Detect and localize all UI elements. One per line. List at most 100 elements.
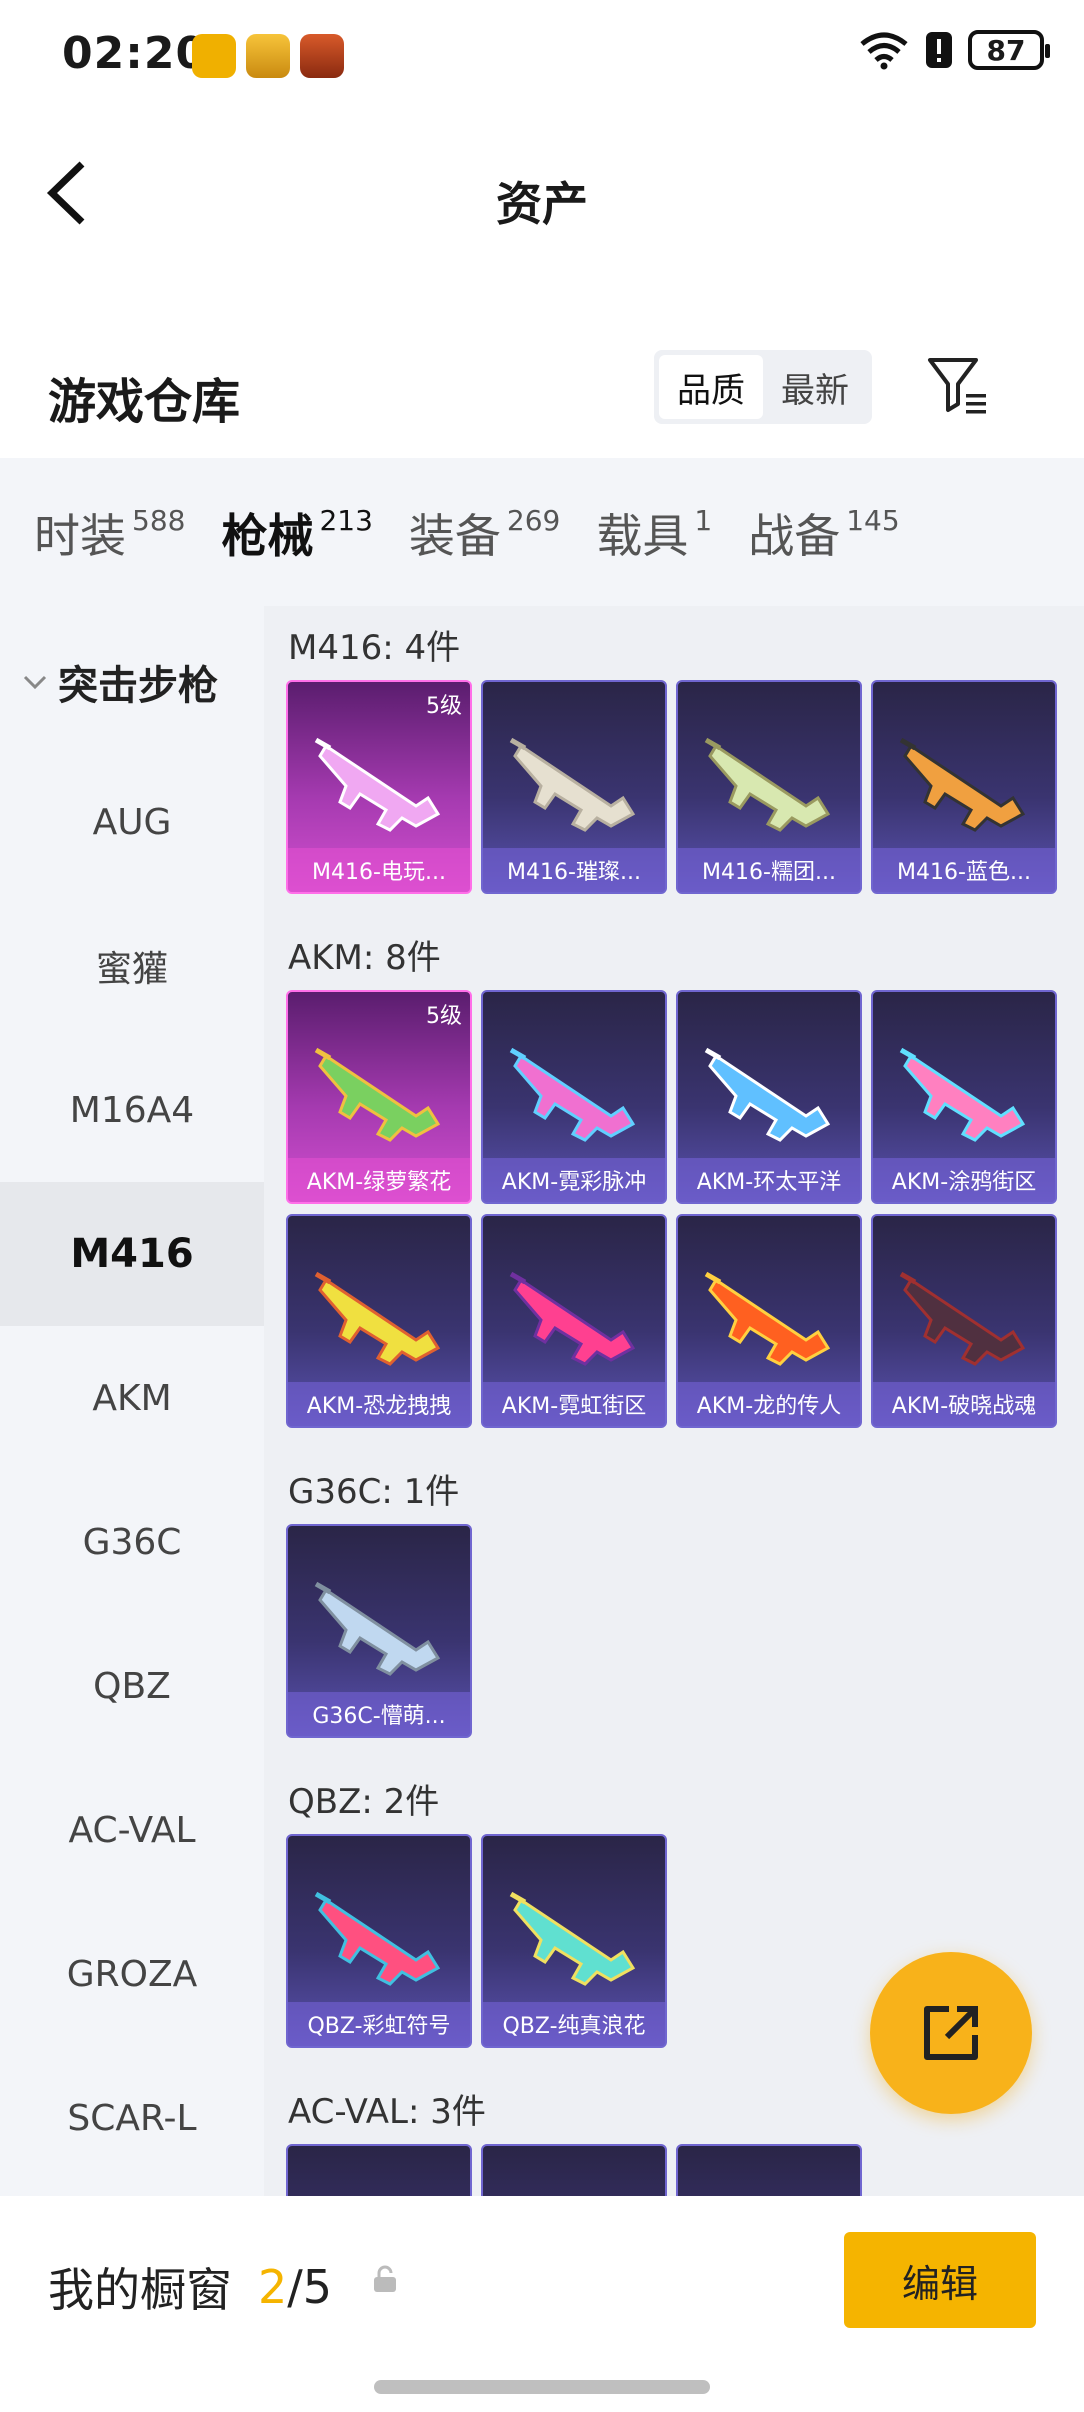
- weapon-card[interactable]: AKM-霓虹街区: [481, 1214, 667, 1428]
- edit-button[interactable]: 编辑: [844, 2232, 1036, 2328]
- sidebar-item-akm[interactable]: AKM: [0, 1326, 264, 1470]
- weapon-card[interactable]: AKM-涂鸦街区: [871, 990, 1057, 1204]
- sidebar-item-m16a4[interactable]: M16A4: [0, 1038, 264, 1182]
- showcase-label: 我的橱窗: [48, 2263, 232, 2317]
- section-title: M416: 4件: [288, 628, 461, 668]
- weapon-card[interactable]: 5级 M416-电玩...: [286, 680, 472, 894]
- weapon-skin-image: [509, 1271, 636, 1366]
- tab-label: 装备: [408, 509, 501, 563]
- sidebar-item-groza[interactable]: GROZA: [0, 1902, 264, 2046]
- tab-firearms[interactable]: 枪械 213: [221, 500, 373, 620]
- notification-icons: [192, 34, 344, 78]
- page-title: 资产: [496, 177, 588, 231]
- weapon-card[interactable]: [286, 2144, 472, 2196]
- weapon-card[interactable]: AKM-霓彩脉冲: [481, 990, 667, 1204]
- weapon-card-label: AKM-破晓战魂: [873, 1382, 1055, 1426]
- tab-label: 枪械: [221, 509, 314, 563]
- weapon-sidebar: 突击步枪 AUG 蜜獾 M16A4 M416 AKM G36C QBZ AC-V…: [0, 606, 264, 2196]
- weapon-card[interactable]: 5级 AKM-绿萝繁花: [286, 990, 472, 1204]
- weapon-skin-image: [509, 1047, 636, 1142]
- sort-newest-button[interactable]: 最新: [763, 355, 867, 419]
- weapon-card-label: AKM-绿萝繁花: [288, 1158, 470, 1202]
- category-tabs: 时装 588 枪械 213 装备 269 载具 1 战备 145: [0, 458, 1084, 620]
- sidebar-item-ac-val[interactable]: AC-VAL: [0, 1758, 264, 1902]
- section-title: G36C: 1件: [288, 1472, 460, 1512]
- weapon-skin-image: [314, 1891, 441, 1986]
- filter-icon[interactable]: [926, 354, 990, 418]
- weapon-skin-image: [314, 1581, 441, 1676]
- weapon-skin-image: [314, 1271, 441, 1366]
- weapon-card-label: AKM-霓彩脉冲: [483, 1158, 665, 1202]
- sidebar-item-m416[interactable]: M416: [0, 1182, 264, 1326]
- sidebar-group-label: 突击步枪: [58, 663, 218, 709]
- share-icon: [924, 2006, 978, 2060]
- tab-count: 1: [694, 504, 713, 537]
- status-right: 87: [858, 30, 1050, 70]
- weapon-card-label: AKM-环太平洋: [678, 1158, 860, 1202]
- weapon-card-label: M416-蓝色...: [873, 848, 1055, 892]
- showcase-total: /5: [287, 2260, 333, 2314]
- weapon-card[interactable]: AKM-恐龙拽拽: [286, 1214, 472, 1428]
- level-badge: 5级: [426, 694, 462, 719]
- weapon-card[interactable]: M416-糯团...: [676, 680, 862, 894]
- battery-level: 87: [986, 33, 1026, 67]
- weapon-card[interactable]: AKM-破晓战魂: [871, 1214, 1057, 1428]
- weapon-card[interactable]: M416-璀璨...: [481, 680, 667, 894]
- weapon-skin-image: [509, 737, 636, 832]
- status-time: 02:20: [62, 28, 208, 79]
- wifi-icon: [860, 32, 908, 70]
- warehouse-title: 游戏仓库: [48, 374, 241, 430]
- tab-count: 213: [319, 504, 373, 537]
- tab-equipment[interactable]: 装备 269: [409, 500, 560, 566]
- weapon-card[interactable]: AKM-龙的传人: [676, 1214, 862, 1428]
- sidebar-item-scar-l[interactable]: SCAR-L: [0, 2046, 264, 2190]
- weapon-card-label: M416-璀璨...: [483, 848, 665, 892]
- tab-label: 载具: [596, 509, 689, 563]
- tab-label: 战备: [748, 509, 841, 563]
- tab-fashion[interactable]: 时装 588: [34, 500, 185, 566]
- section-title: AC-VAL: 3件: [288, 2092, 486, 2132]
- status-bar: 02:20 87: [0, 0, 1084, 110]
- weapon-card[interactable]: QBZ-彩虹符号: [286, 1834, 472, 2048]
- asset-page: 02:20 87 资产 游戏仓库 品质 最新 时装 588 枪械 213 装备 269…: [0, 0, 1084, 2412]
- weapon-card[interactable]: G36C-懵萌...: [286, 1524, 472, 1738]
- weapon-card-label: M416-糯团...: [678, 848, 860, 892]
- sidebar-item-g36c[interactable]: G36C: [0, 1470, 264, 1614]
- warehouse-header: 游戏仓库 品质 最新: [0, 340, 1084, 440]
- tab-count: 588: [132, 504, 186, 537]
- weapon-card-label: AKM-涂鸦街区: [873, 1158, 1055, 1202]
- sort-quality-button[interactable]: 品质: [659, 355, 763, 419]
- tab-combat-gear[interactable]: 战备 145: [748, 500, 899, 566]
- weapon-card[interactable]: M416-蓝色...: [871, 680, 1057, 894]
- section-title: AKM: 8件: [288, 938, 441, 978]
- weapon-skin-image: [704, 1271, 831, 1366]
- sidebar-item-qbz[interactable]: QBZ: [0, 1614, 264, 1758]
- app-notification-icon: [246, 34, 290, 78]
- tab-count: 269: [506, 504, 561, 537]
- weapon-card-label: M416-电玩...: [288, 848, 470, 892]
- weapon-card[interactable]: AKM-环太平洋: [676, 990, 862, 1204]
- weapon-card-label: G36C-懵萌...: [288, 1692, 470, 1736]
- level-badge: 5级: [426, 1004, 462, 1029]
- chevron-down-icon: [23, 675, 47, 690]
- share-button[interactable]: [870, 1952, 1032, 2114]
- weapon-card[interactable]: QBZ-纯真浪花: [481, 1834, 667, 2048]
- sidebar-group-assault-rifle[interactable]: 突击步枪: [0, 636, 264, 728]
- alert-icon: [926, 32, 952, 68]
- weapon-card-label: AKM-恐龙拽拽: [288, 1382, 470, 1426]
- showcase-summary: 我的橱窗 2 /5: [48, 2254, 332, 2320]
- showcase-current: 2: [258, 2260, 288, 2314]
- weapon-skin-image: [314, 737, 441, 832]
- sidebar-item-aug[interactable]: AUG: [0, 750, 264, 894]
- weapon-card[interactable]: [481, 2144, 667, 2196]
- home-indicator[interactable]: [374, 2380, 710, 2394]
- tab-vehicles[interactable]: 载具 1: [596, 500, 712, 566]
- battery-icon: 87: [968, 30, 1050, 70]
- weapon-skin-image: [899, 737, 1026, 832]
- weapon-skin-image: [314, 1047, 441, 1142]
- weapon-card[interactable]: [676, 2144, 862, 2196]
- sidebar-item-honey-badger[interactable]: 蜜獾: [0, 894, 264, 1038]
- section-title: QBZ: 2件: [288, 1782, 440, 1822]
- top-nav: 资产: [0, 130, 1084, 250]
- weapon-skin-image: [509, 1891, 636, 1986]
